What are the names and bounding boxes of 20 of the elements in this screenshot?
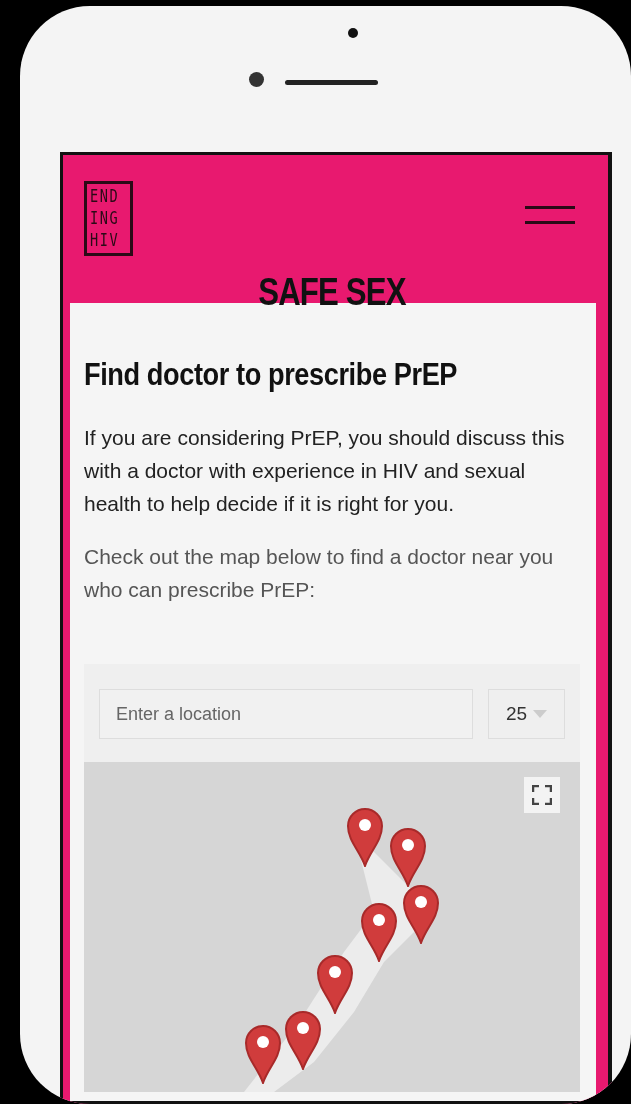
section-title: SAFE SEX bbox=[257, 271, 407, 314]
fullscreen-button[interactable] bbox=[524, 777, 560, 813]
page-heading: Find doctor to prescribe PrEP bbox=[84, 356, 459, 393]
location-field[interactable]: Enter a location bbox=[99, 689, 473, 739]
radius-select[interactable]: 25 bbox=[488, 689, 565, 739]
fullscreen-icon bbox=[532, 785, 552, 805]
caret-icon bbox=[533, 710, 548, 718]
logo[interactable]: END ING HIV bbox=[84, 181, 133, 256]
body-text: If you are considering PrEP, you should discuss this with a doctor with experience in HIV and sexual health to help decide if it is right for you. bbox=[84, 425, 566, 517]
map-pin-icon[interactable] bbox=[316, 954, 354, 1014]
map-pin-icon[interactable] bbox=[284, 1010, 322, 1070]
map-pin-icon[interactable] bbox=[346, 807, 384, 867]
camera-lens bbox=[249, 72, 264, 87]
body-text: Check out the map below to find a doctor near you who can prescribe PrEP: bbox=[84, 544, 555, 603]
map-pin-icon[interactable] bbox=[389, 827, 427, 887]
map-pin-icon[interactable] bbox=[244, 1024, 282, 1084]
sensor-dot bbox=[348, 28, 358, 38]
menu-button[interactable] bbox=[525, 206, 575, 224]
map-pin-icon[interactable] bbox=[360, 902, 398, 962]
map-pin-icon[interactable] bbox=[402, 884, 440, 944]
